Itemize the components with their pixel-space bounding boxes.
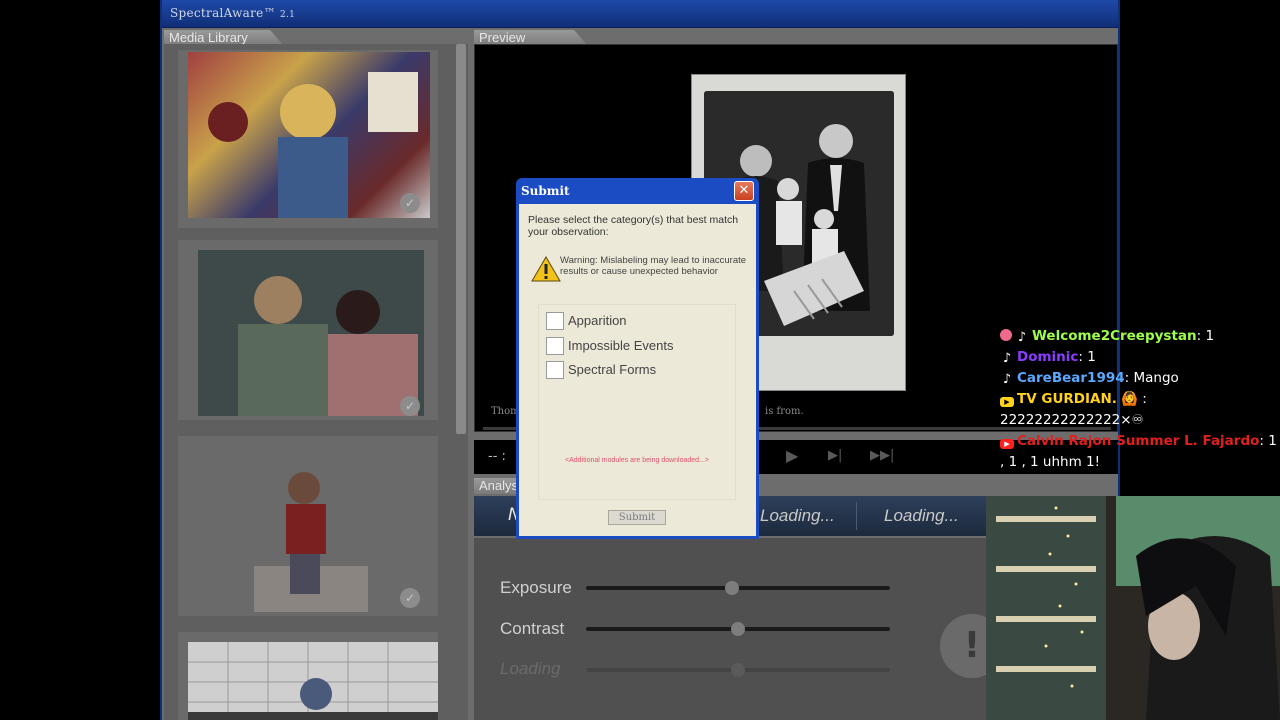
youtube-icon: ▶ <box>1000 439 1014 449</box>
chat-username: CareBear1994 <box>1017 370 1125 386</box>
contrast-label: Contrast <box>500 619 565 638</box>
library-thumbnail <box>254 446 368 612</box>
library-thumbnail <box>188 642 438 720</box>
chat-message: ▶ Calvin Rajon Summer L. Fajardo: 1 , 1 ,… <box>1000 431 1280 473</box>
warning-text: Warning: Mislabeling may lead to inaccur… <box>560 255 747 277</box>
chat-text: : 1 <box>1078 349 1096 365</box>
submit-button[interactable]: Submit <box>608 510 666 525</box>
option-label: Impossible Events <box>568 338 674 353</box>
modules-download-note: <Additional modules are being downloaded… <box>565 457 709 464</box>
option-label: Spectral Forms <box>568 362 657 377</box>
stream-screen: SpectralAware™ 2.1 Media Library ✓ ✓ ✓ P… <box>0 0 1280 720</box>
media-library-panel: ✓ ✓ ✓ <box>164 44 468 720</box>
checkmark-icon: ✓ <box>400 193 420 213</box>
chat-username: Calvin Rajon Summer L. Fajardo <box>1017 433 1260 449</box>
library-thumbnail <box>188 52 430 218</box>
alarm-badge-icon <box>1000 329 1012 341</box>
webcam-image <box>986 496 1280 720</box>
apparition-checkbox[interactable] <box>546 312 564 330</box>
contrast-slider[interactable] <box>586 622 890 636</box>
chat-message: ♪ Dominic: 1 <box>1000 347 1280 368</box>
spectral-forms-checkbox[interactable] <box>546 361 564 379</box>
loading-slider-label: Loading <box>500 659 561 678</box>
time-display: -- : <box>488 449 506 464</box>
warning-icon <box>531 256 561 282</box>
dialog-prompt: Please select the category(s) that best … <box>528 214 739 238</box>
exposure-slider-knob[interactable] <box>724 581 739 595</box>
party-photo-image <box>208 72 418 218</box>
chat-username: TV GURDIAN. <box>1017 391 1117 407</box>
library-thumbnail <box>198 250 424 416</box>
analysis-loading-2: Loading... <box>884 506 959 525</box>
tiktok-icon: ♪ <box>1002 372 1012 387</box>
preview-caption-end: is from. <box>765 406 804 417</box>
couple-photo-image <box>238 276 418 416</box>
step-forward-icon[interactable]: ▶| <box>828 448 842 463</box>
cell-divider <box>856 502 857 530</box>
analysis-loading-1: Loading... <box>760 506 835 525</box>
tiktok-icon: ♪ <box>1002 351 1012 366</box>
exposure-slider[interactable] <box>586 581 890 595</box>
submit-dialog: Submit ✕ Please select the category(s) t… <box>516 178 759 539</box>
library-scrollbar[interactable] <box>456 44 466 434</box>
impossible-events-checkbox[interactable] <box>546 337 564 355</box>
app-title-text: SpectralAware™ <box>170 6 276 20</box>
library-item[interactable]: ✓ <box>178 436 438 616</box>
checkmark-icon: ✓ <box>400 588 420 608</box>
contrast-slider-knob[interactable] <box>731 622 745 636</box>
kitchen-photo-image <box>188 642 438 720</box>
dialog-title: Submit <box>521 184 570 198</box>
exposure-label: Exposure <box>500 578 572 597</box>
chat-text: : 1 <box>1196 328 1215 344</box>
stream-chat: ♪ Welcome2Creepystan: 1 ♪ Dominic: 1 ♪ Care… <box>1000 326 1280 473</box>
chat-username: Welcome2Creepystan <box>1032 328 1197 344</box>
analysis-tab-label: Analys <box>479 478 519 493</box>
loading-slider-knob <box>731 663 745 677</box>
skip-end-icon[interactable]: ▶▶| <box>870 448 894 463</box>
close-icon[interactable]: ✕ <box>734 181 754 201</box>
option-label: Apparition <box>568 313 627 328</box>
dialog-title-bar: Submit ✕ <box>519 178 756 204</box>
play-icon[interactable]: ▶ <box>786 446 798 465</box>
tiktok-icon: ♪ <box>1017 330 1027 345</box>
dialog-body: Please select the category(s) that best … <box>519 204 756 536</box>
app-title: SpectralAware™ 2.1 <box>170 6 295 20</box>
library-item[interactable]: ✓ <box>178 240 438 420</box>
library-item[interactable] <box>178 632 438 720</box>
category-options: Apparition Impossible Events Spectral Fo… <box>538 304 736 500</box>
chat-username: Dominic <box>1017 349 1079 365</box>
preview-tab-label: Preview <box>479 30 526 45</box>
loading-slider <box>586 663 890 677</box>
chat-message: ♪ Welcome2Creepystan: 1 <box>1000 326 1280 347</box>
webcam-feed <box>986 496 1280 720</box>
child-photo-image <box>254 472 368 612</box>
media-library-tab-label: Media Library <box>169 30 248 45</box>
library-item[interactable]: ✓ <box>178 50 438 228</box>
checkmark-icon: ✓ <box>400 396 420 416</box>
chat-message: ♪ CareBear1994: Mango <box>1000 368 1280 389</box>
chat-message: ▶ TV GURDIAN. 🙆 : 22222222222222×♾ <box>1000 389 1280 431</box>
app-version: 2.1 <box>280 10 296 20</box>
title-bar: SpectralAware™ 2.1 <box>162 0 1118 28</box>
youtube-icon: ▶ <box>1000 397 1014 407</box>
chat-text: : Mango <box>1124 370 1179 386</box>
